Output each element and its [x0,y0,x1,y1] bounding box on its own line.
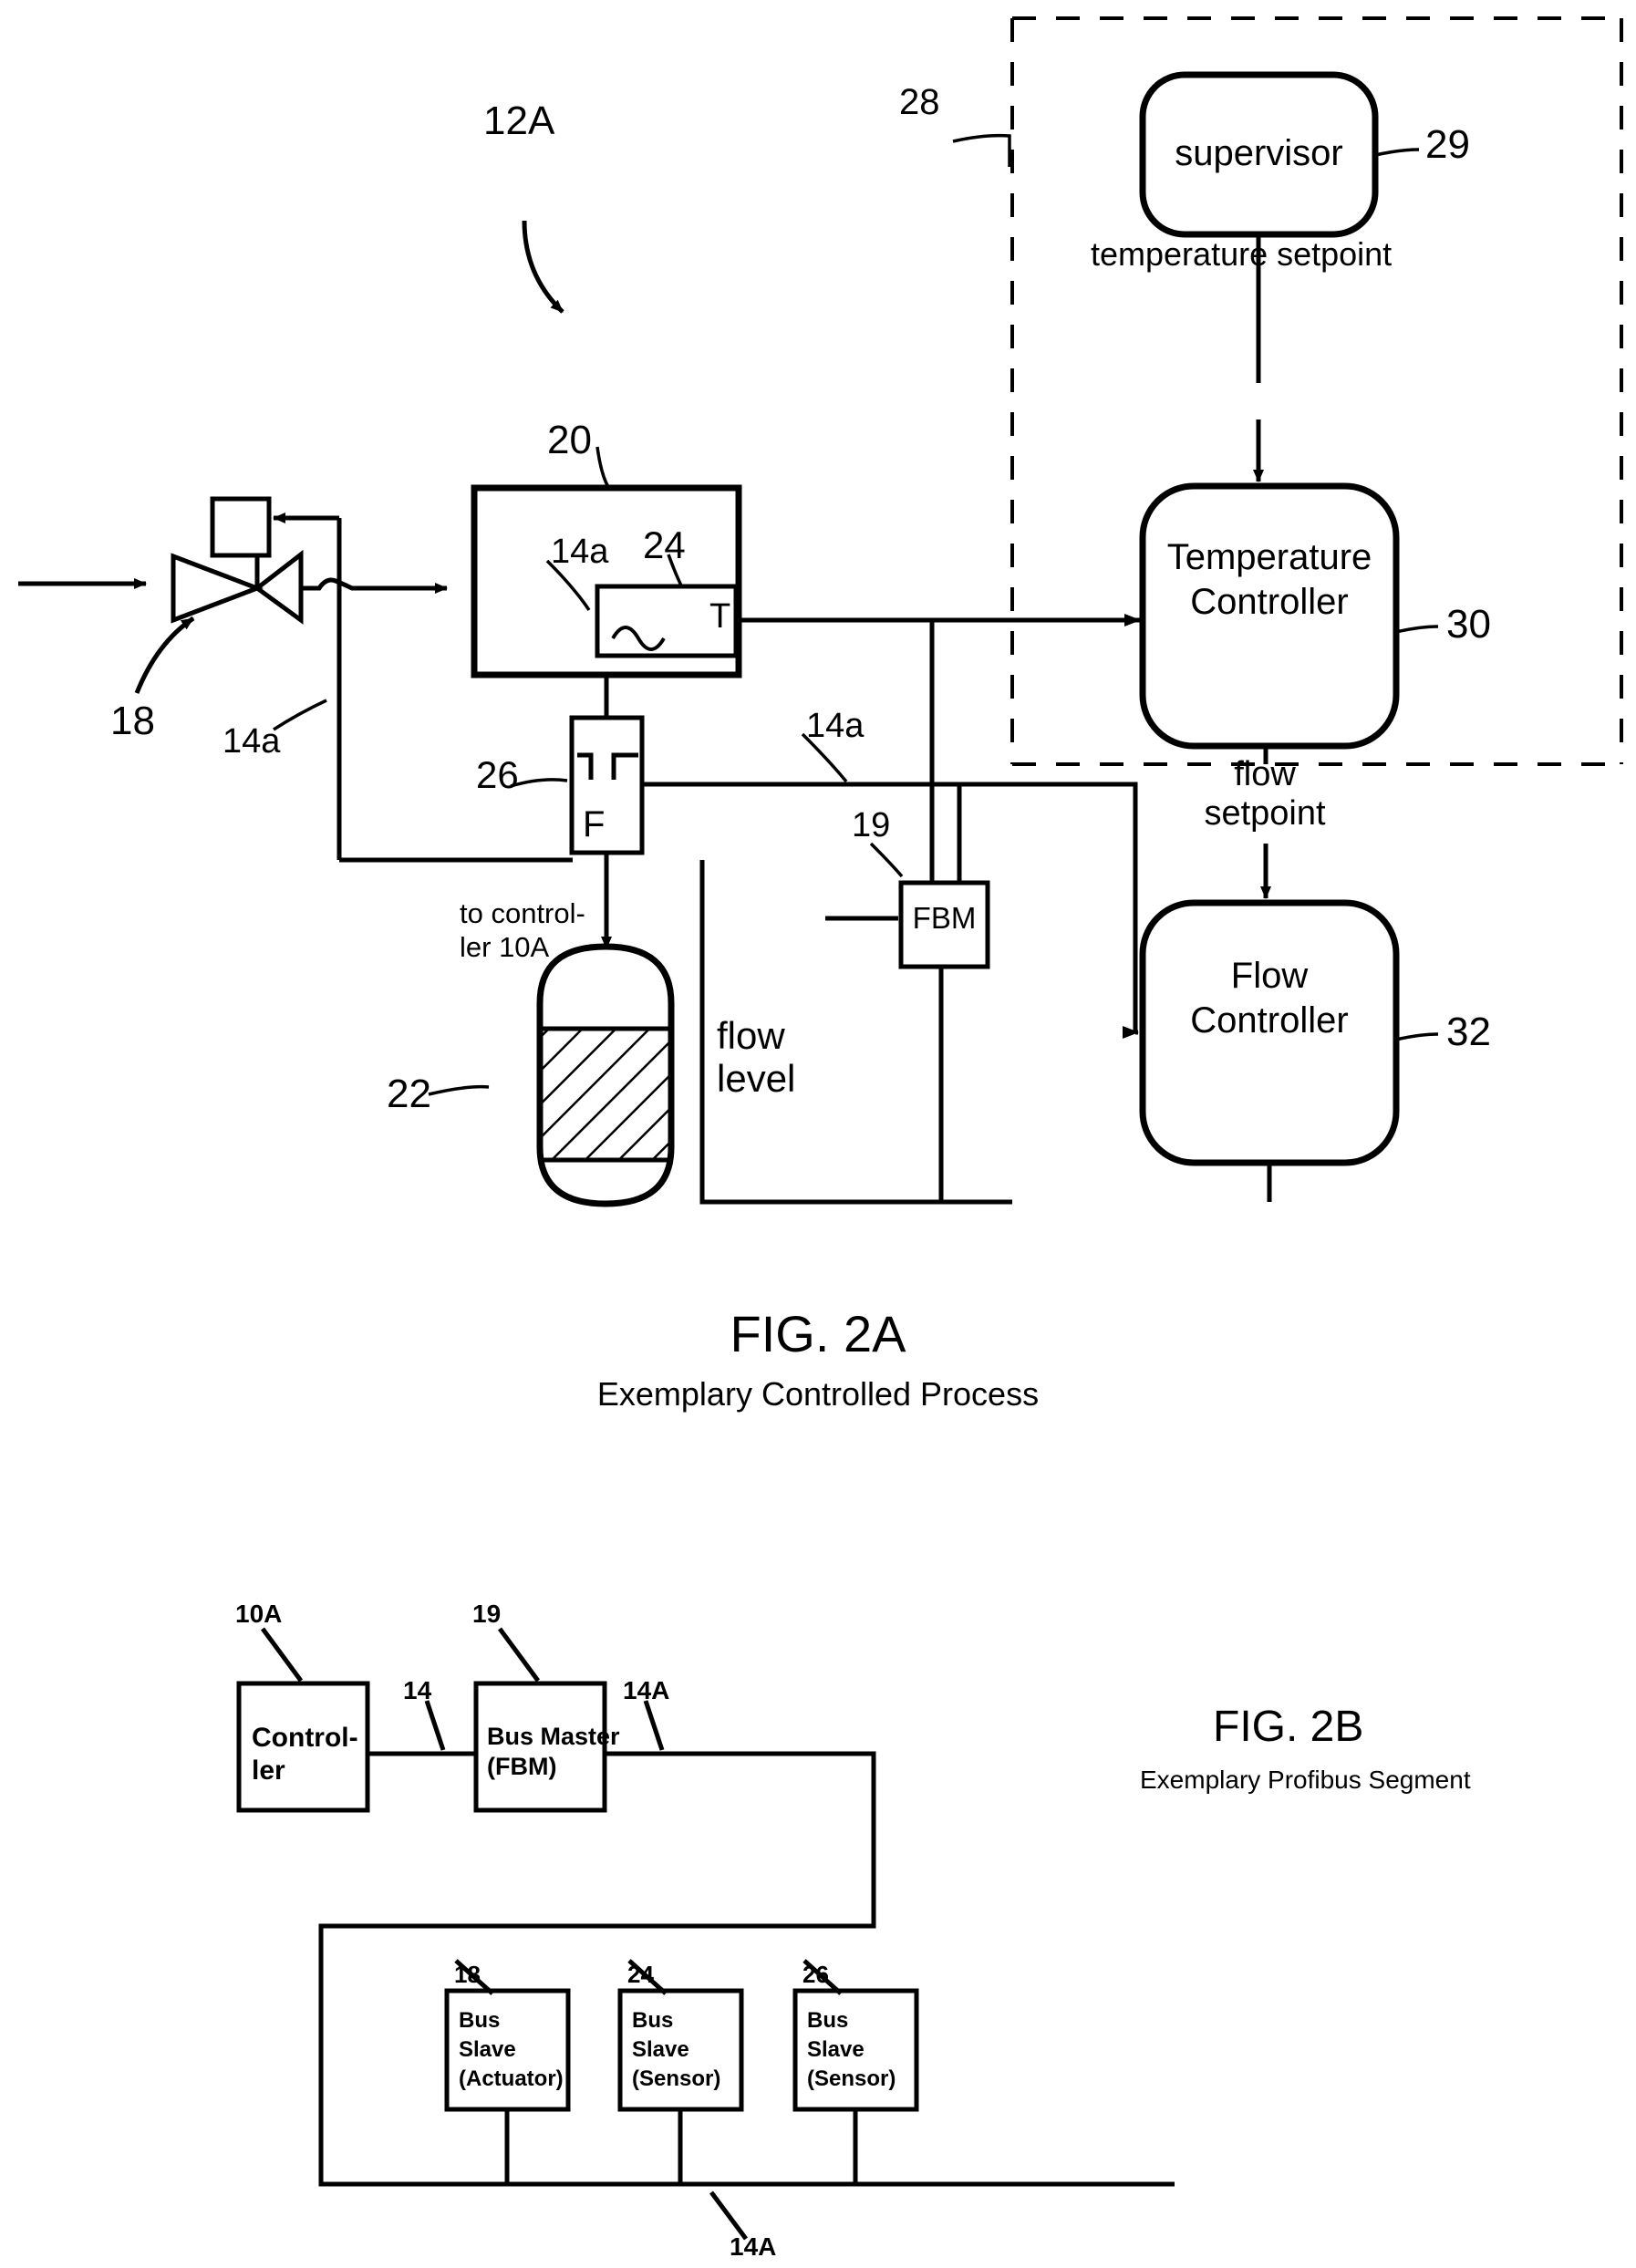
ref-22: 22 [387,1072,431,1116]
leader-14a-top-b [643,1700,665,1751]
leader-19b [497,1627,541,1683]
valve-right-triangle [253,549,304,625]
ref-28: 28 [899,82,940,122]
ref-29: 29 [1425,122,1470,167]
ref-12a: 12A [483,98,555,143]
bus-master-line2: (FBM) [487,1753,557,1781]
ref-32: 32 [1446,1010,1491,1054]
temperature-setpoint-label: temperature setpoint [1091,235,1393,273]
ref-24b: 24 [627,1961,654,1988]
temperature-sensor-letter: T [709,597,731,636]
temperature-controller-line2: Controller [1190,581,1349,622]
slave-sensor-2-line3: (Sensor) [807,2066,896,2091]
flow-sensor-letter: F [583,804,605,844]
slave-sensor-2-line2: Slave [807,2036,865,2062]
leader-19 [869,842,904,878]
bus-master-label: Bus Master (FBM) [487,1722,620,1783]
controller-line2: ler [252,1755,285,1786]
slave-actuator-line2: Slave [459,2036,516,2062]
temperature-controller-line1: Temperature [1166,537,1372,577]
controller-label: Control- ler [252,1722,358,1787]
flow-sensor-bracket-left [577,752,594,780]
slave-sensor-1-line1: Bus [632,2008,674,2033]
supervisor-label: supervisor [1175,133,1343,173]
fig2b-title: FIG. 2B [1213,1703,1364,1751]
leader-30 [1395,625,1439,634]
leader-28 [952,133,1011,167]
leader-26 [510,778,568,788]
valve-to-vessel-pipe [301,577,448,594]
bus-slave-actuator-label: Bus Slave (Actuator) [459,2006,564,2094]
to-controller-label: to control- ler 10A [460,897,585,964]
leader-10a [260,1627,304,1683]
flow-sensor-bracket-right [611,752,638,780]
slave-actuator-line1: Bus [459,2008,501,2033]
to-controller-line1: to control- [460,897,585,929]
bus-trunk-14a [318,1751,1175,2187]
slave-sensor-1-line2: Slave [632,2036,689,2062]
flow-setpoint-line1: flow [1234,755,1296,793]
bus-slave-sensor-2-label: Bus Slave (Sensor) [807,2006,896,2094]
tank-label-line1: flow [717,1014,785,1057]
patent-figure-sheet: F 12A 28 supervisor 29 temperature setpo… [0,0,1636,2268]
ref-14a-mid: 14a [806,707,865,745]
tank-flow-level-label: flow level [717,1014,795,1101]
ref-14a-top: 14a [551,533,609,571]
flow-setpoint-label: flow setpoint [1178,755,1351,833]
leader-12a [522,220,564,314]
ref-30: 30 [1446,602,1491,647]
fbm-label: FBM [912,901,977,935]
to-controller-line2: ler 10A [460,930,550,963]
ref-14a-bottom: 14A [730,2232,777,2261]
bus-slave-sensor-1-label: Bus Slave (Sensor) [632,2006,720,2094]
bus-master-line1: Bus Master [487,1723,620,1750]
slave-actuator-line3: (Actuator) [459,2066,564,2091]
leader-32 [1395,1032,1439,1041]
figure-canvas: F [18,16,1623,2241]
fig2a-title: FIG. 2A [730,1305,906,1362]
ref-26: 26 [476,753,519,796]
controller-line1: Control- [252,1723,358,1753]
ref-14: 14 [403,1676,432,1704]
valve-actuator-box [210,496,272,558]
slave-sensor-1-line3: (Sensor) [632,2066,721,2091]
ref-26b: 26 [802,1961,829,1988]
ref-19b: 19 [472,1600,502,1628]
ref-10a: 10A [235,1600,283,1628]
flow-controller-line2: Controller [1190,999,1349,1041]
leader-14a-left [273,699,327,731]
ref-14a-top-b: 14A [623,1676,670,1704]
fig2b-subtitle: Exemplary Profibus Segment [1140,1766,1471,1794]
flow-setpoint-line2: setpoint [1204,793,1326,833]
tank-label-line2: level [717,1057,796,1101]
vessel-block [471,484,742,678]
leader-20 [595,446,610,488]
ref-18: 18 [110,699,155,743]
leader-29 [1374,148,1420,157]
leader-18 [134,616,195,694]
temperature-controller-label: Temperature Controller [1143,535,1396,625]
ref-18b: 18 [454,1961,481,1988]
flow-controller-line1: Flow [1230,956,1309,996]
leader-22 [428,1084,490,1096]
ref-24: 24 [643,523,686,566]
slave-sensor-2-line1: Bus [807,2008,849,2033]
tank-fill-hatching [542,1029,669,1160]
valve-left-triangle [171,553,264,624]
temperature-wave-icon [611,626,666,651]
ref-20: 20 [547,418,592,462]
ref-19: 19 [852,806,891,844]
fig2a-subtitle: Exemplary Controlled Process [596,1375,1040,1413]
ref-14a-left: 14a [223,722,281,761]
leader-14 [424,1700,446,1751]
flow-controller-label: Flow Controller [1143,954,1396,1043]
